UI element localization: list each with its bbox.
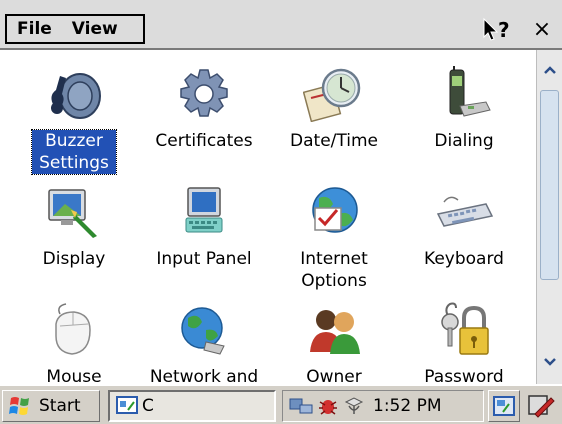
display-icon: [42, 180, 106, 244]
item-label: Owner: [306, 367, 362, 384]
item-input-panel[interactable]: Input Panel: [140, 174, 268, 292]
item-label: Buzzer Settings: [31, 129, 117, 175]
network-icon: [172, 298, 236, 362]
clock-icon: [302, 62, 366, 126]
item-label: Input Panel: [156, 249, 252, 269]
chevron-up-icon: [544, 66, 556, 74]
windows-flag-icon: [9, 397, 29, 415]
item-label: Network and: [149, 367, 259, 384]
item-label: Mouse: [46, 367, 102, 384]
item-certificates[interactable]: Certificates: [140, 56, 268, 174]
item-display[interactable]: Display: [10, 174, 138, 292]
scroll-thumb[interactable]: [540, 90, 559, 280]
keyboard-icon: [432, 180, 496, 244]
help-icon: ?: [483, 17, 510, 42]
pen-icon: [528, 395, 555, 418]
command-bar: File View ? ×: [0, 0, 562, 50]
internet-options-icon: [302, 180, 366, 244]
control-panel-grid: Buzzer Settings Certificates Date/Time D…: [0, 50, 536, 384]
dialing-icon: [432, 62, 496, 126]
item-owner[interactable]: Owner: [270, 292, 398, 384]
help-button[interactable]: ?: [476, 14, 520, 44]
item-label: Internet Options: [300, 249, 368, 291]
show-desktop-button[interactable]: [488, 390, 520, 422]
password-icon: [432, 298, 496, 362]
svg-text:?: ?: [498, 18, 510, 42]
item-network[interactable]: Network and: [140, 292, 268, 384]
item-dialing[interactable]: Dialing: [400, 56, 528, 174]
start-label: Start: [39, 396, 81, 416]
bug-icon[interactable]: [317, 396, 339, 416]
input-panel-toggle[interactable]: [524, 390, 558, 422]
input-panel-icon: [172, 180, 236, 244]
buzzer-icon: [42, 62, 106, 126]
item-buzzer-settings[interactable]: Buzzer Settings: [10, 56, 138, 175]
scroll-up-button[interactable]: [539, 56, 561, 84]
file-menu[interactable]: File: [7, 19, 62, 39]
network-connection-icon[interactable]: [289, 396, 313, 416]
satellite-icon[interactable]: [343, 396, 365, 416]
vertical-scrollbar[interactable]: [536, 50, 562, 384]
owner-icon: [302, 298, 366, 362]
clock[interactable]: 1:52 PM: [373, 396, 442, 416]
control-panel-icon: [116, 396, 138, 414]
close-button[interactable]: ×: [526, 14, 558, 44]
chevron-down-icon: [544, 358, 556, 366]
item-password[interactable]: Password: [400, 292, 528, 384]
item-label: Date/Time: [290, 131, 378, 151]
item-label: Password: [424, 367, 504, 384]
certificates-icon: [172, 62, 236, 126]
item-internet-options[interactable]: Internet Options: [270, 174, 398, 292]
mouse-icon: [42, 298, 106, 362]
menu-bar: File View: [5, 14, 145, 44]
item-keyboard[interactable]: Keyboard: [400, 174, 528, 292]
item-date-time[interactable]: Date/Time: [270, 56, 398, 174]
system-tray: 1:52 PM: [282, 390, 484, 422]
item-label: Dialing: [434, 131, 494, 151]
item-label: Keyboard: [424, 249, 504, 269]
taskbar: Start C 1:52 PM: [0, 384, 562, 424]
taskbar-window-button[interactable]: C: [108, 390, 276, 422]
item-label: Certificates: [155, 131, 253, 151]
start-button[interactable]: Start: [2, 390, 100, 422]
item-label: Display: [42, 249, 106, 269]
desktop-icon: [493, 396, 515, 416]
window-label: C: [142, 396, 154, 416]
item-mouse[interactable]: Mouse: [10, 292, 138, 384]
view-menu[interactable]: View: [62, 19, 128, 39]
scroll-down-button[interactable]: [539, 348, 561, 376]
